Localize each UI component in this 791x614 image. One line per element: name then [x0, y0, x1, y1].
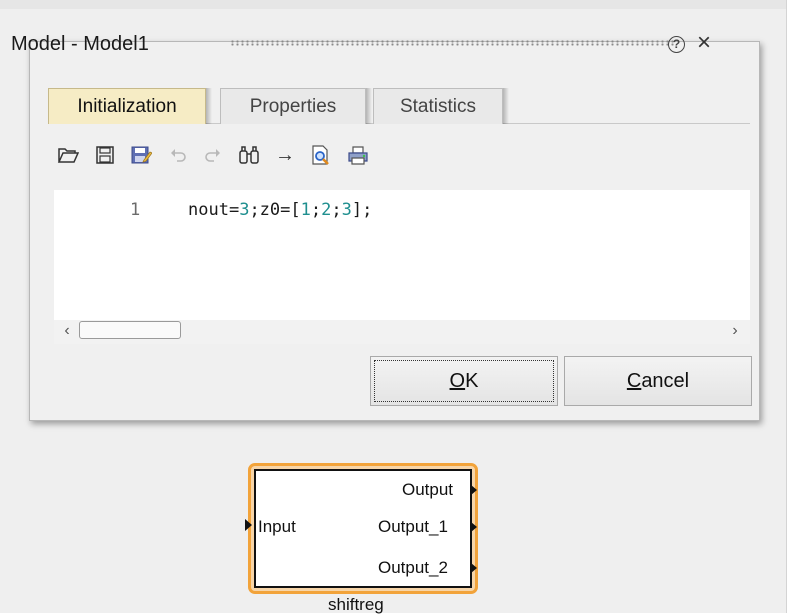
output-port-label: Output_1: [378, 517, 448, 536]
drag-grip[interactable]: [230, 40, 675, 46]
code-line[interactable]: nout=3;z0=[1;2;3];: [188, 200, 372, 220]
code-token: ;: [331, 200, 342, 220]
ok-label: K: [465, 370, 479, 392]
cancel-label: ancel: [641, 370, 690, 392]
close-icon[interactable]: ×: [693, 31, 715, 55]
dialog-title: Model - Model1: [11, 33, 149, 55]
input-port-label: Input: [258, 517, 296, 536]
cancel-button[interactable]: Cancel: [564, 356, 752, 406]
scroll-left-arrow-icon[interactable]: ‹: [60, 322, 74, 340]
tab-properties[interactable]: Properties: [220, 88, 366, 124]
code-token: ;: [310, 200, 322, 220]
output-port-icon[interactable]: [471, 522, 477, 532]
code-token: nout=: [188, 200, 240, 220]
code-number: 1: [300, 200, 311, 220]
canvas-top-strip: [0, 0, 786, 9]
find-icon[interactable]: [236, 142, 262, 168]
redo-icon[interactable]: [200, 142, 226, 168]
output-port-icon[interactable]: [471, 563, 477, 573]
block-name: shiftreg: [328, 595, 384, 614]
undo-icon[interactable]: [165, 142, 191, 168]
save-icon[interactable]: [92, 142, 118, 168]
line-number: 1: [130, 200, 141, 220]
code-number: 2: [321, 200, 332, 220]
output-port-label: Output: [402, 480, 454, 499]
print-icon[interactable]: [345, 142, 371, 168]
tab-divider: [503, 88, 509, 124]
ok-button[interactable]: OK: [370, 356, 558, 406]
code-number: 3: [239, 200, 250, 220]
canvas-right-edge: [786, 0, 791, 613]
output-port-icon[interactable]: [471, 485, 477, 495]
help-icon[interactable]: ?: [668, 36, 685, 53]
code-token: ;z0=[: [249, 200, 301, 220]
tab-divider: [366, 88, 372, 124]
output-port-label: Output_2: [378, 558, 448, 577]
ok-mnemonic: O: [449, 370, 466, 392]
print-preview-icon[interactable]: [308, 142, 334, 168]
code-token: ];: [351, 200, 373, 220]
save-as-icon[interactable]: [128, 142, 154, 168]
tab-divider: [206, 88, 212, 124]
scroll-right-arrow-icon[interactable]: ›: [728, 322, 742, 340]
cancel-mnemonic: C: [626, 370, 642, 392]
tab-statistics[interactable]: Statistics: [373, 88, 503, 124]
code-editor[interactable]: [54, 190, 750, 320]
tab-initialization[interactable]: Initialization: [48, 88, 206, 124]
goto-icon[interactable]: →: [272, 142, 298, 168]
open-folder-icon[interactable]: [55, 142, 81, 168]
input-port-icon[interactable]: [245, 519, 252, 531]
code-number: 3: [341, 200, 352, 220]
scroll-thumb[interactable]: [79, 321, 181, 339]
